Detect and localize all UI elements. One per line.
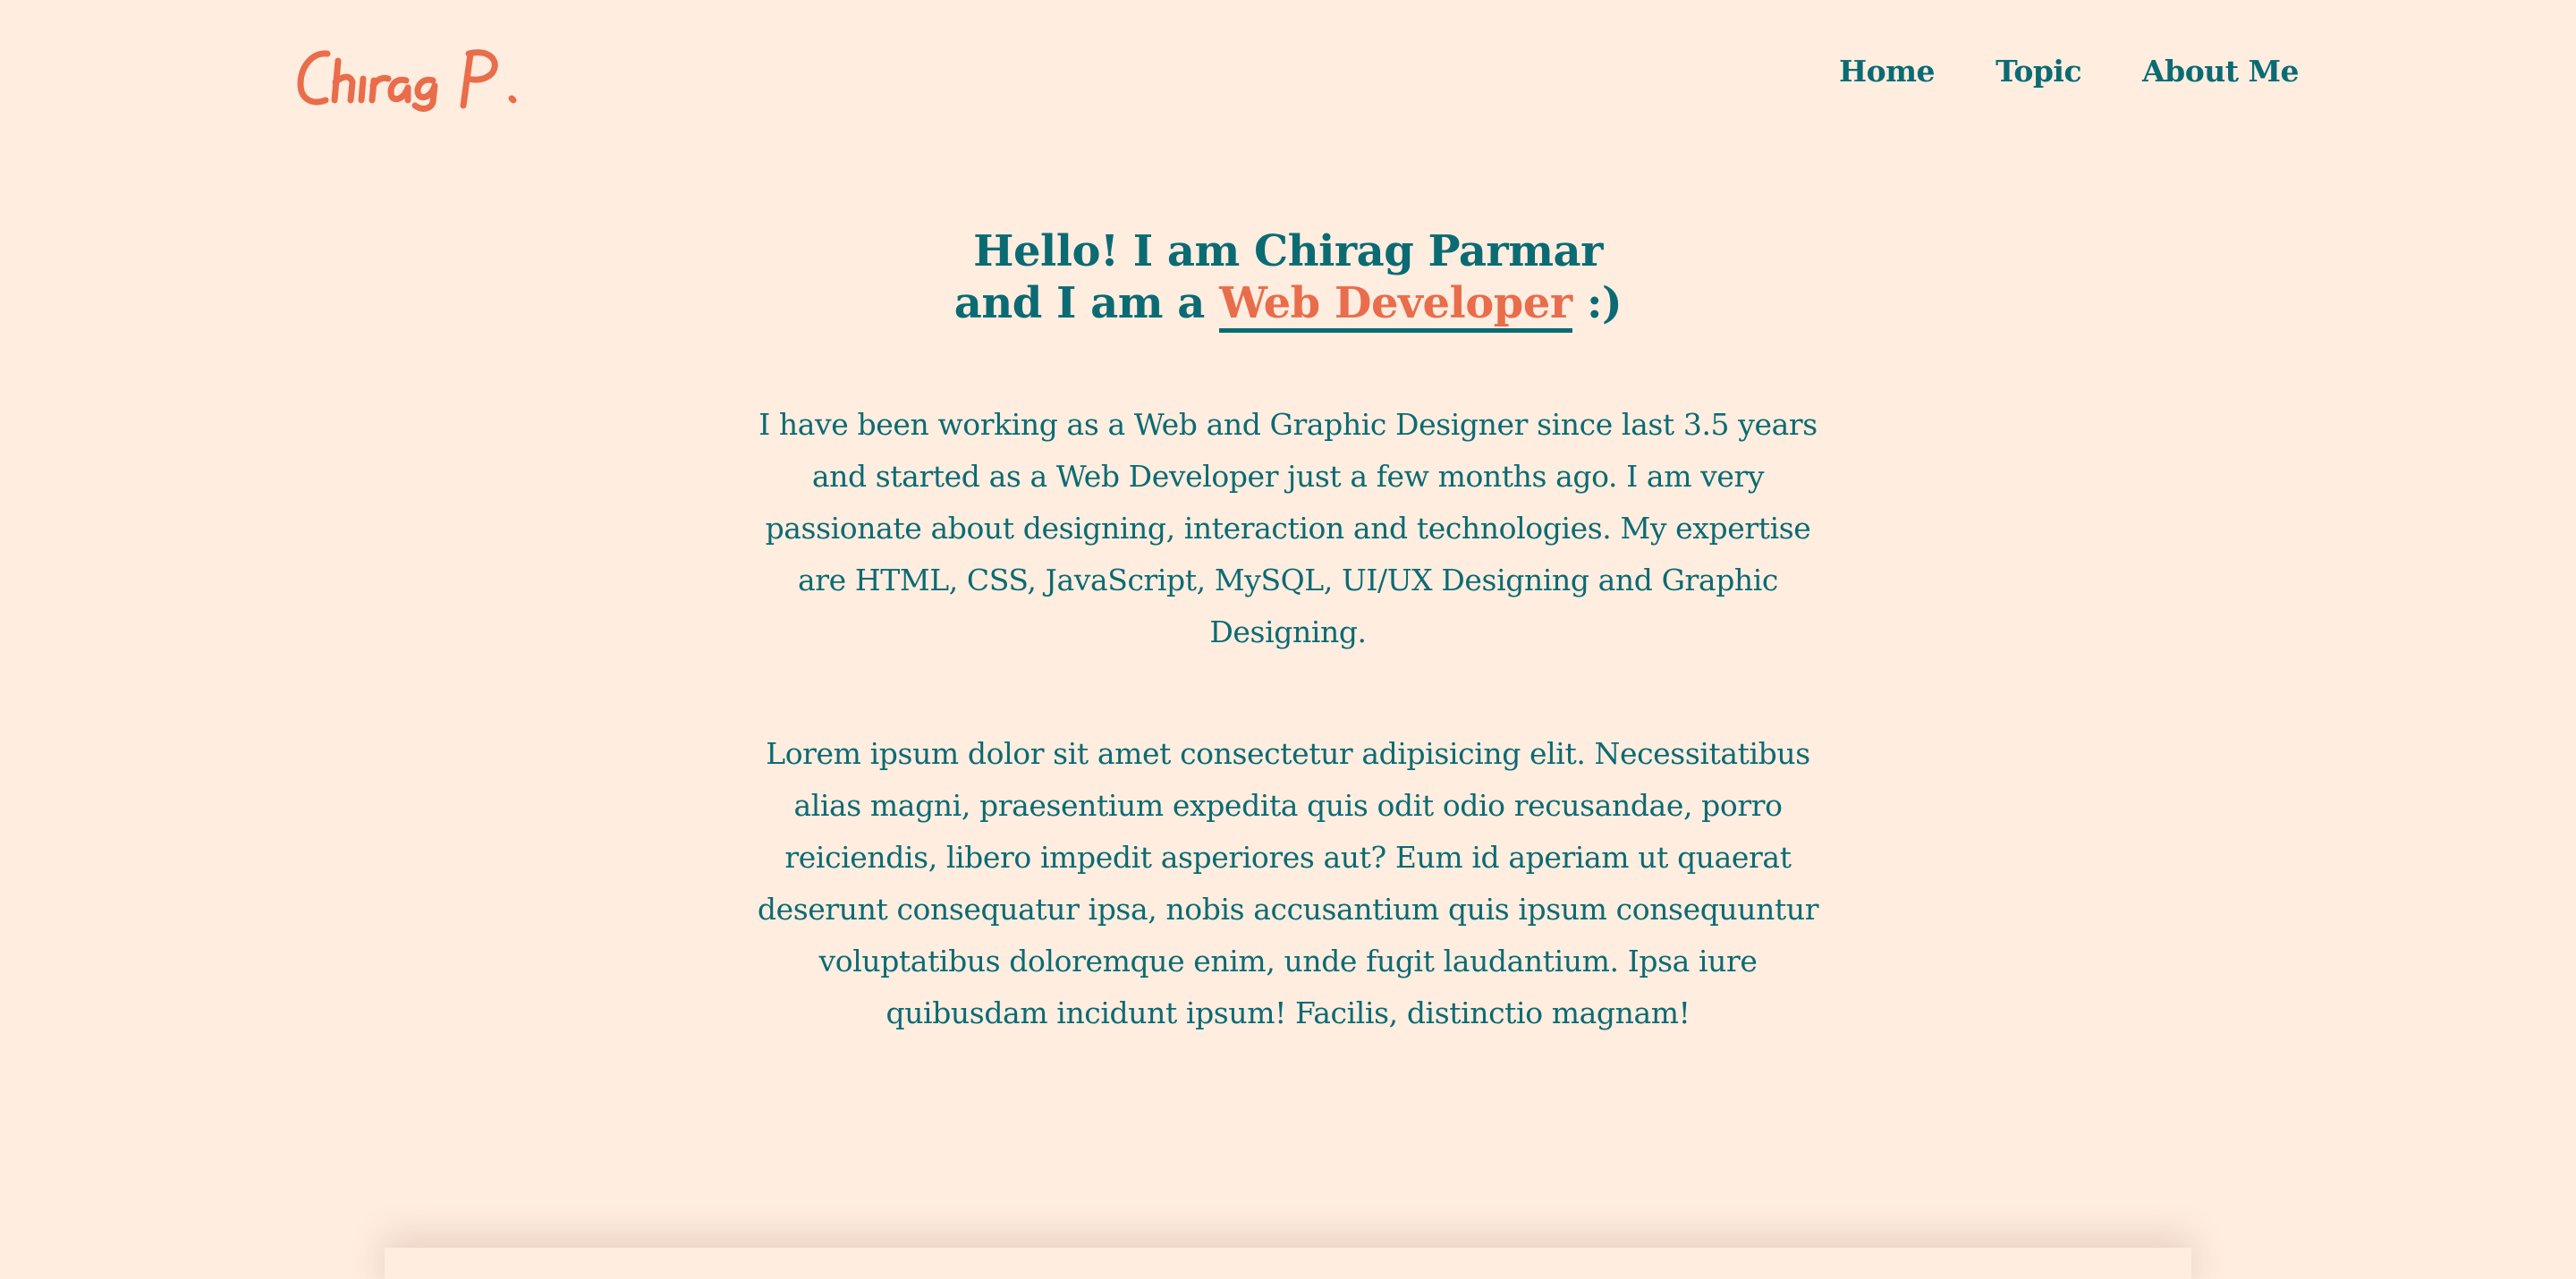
- about-paragraph: I have been working as a Web and Graphic…: [758, 407, 1818, 649]
- intro-section: Hello! I am Chirag Parmar and I am a Web…: [751, 225, 1825, 1039]
- hero-line-1: Hello! I am Chirag Parmar: [973, 226, 1603, 276]
- nav-link-home[interactable]: Home: [1839, 54, 1936, 89]
- role-highlight: Web Developer: [1219, 278, 1572, 333]
- site-logo[interactable]: [293, 41, 553, 113]
- content-card-edge: [385, 1248, 2191, 1279]
- hero-heading: Hello! I am Chirag Parmar and I am a Web…: [751, 225, 1825, 333]
- nav-link-topic[interactable]: Topic: [1996, 54, 2081, 89]
- nav-link-about-me[interactable]: About Me: [2142, 54, 2299, 89]
- site-header: Home Topic About Me: [0, 0, 2576, 152]
- lorem-paragraph: Lorem ipsum dolor sit amet consectetur a…: [757, 736, 1819, 1030]
- hero-line-2-prefix: and I am a: [953, 278, 1220, 328]
- main-nav: Home Topic About Me: [1839, 54, 2300, 89]
- logo-wordmark: [297, 49, 517, 112]
- hero-line-2-suffix: :): [1572, 278, 1623, 328]
